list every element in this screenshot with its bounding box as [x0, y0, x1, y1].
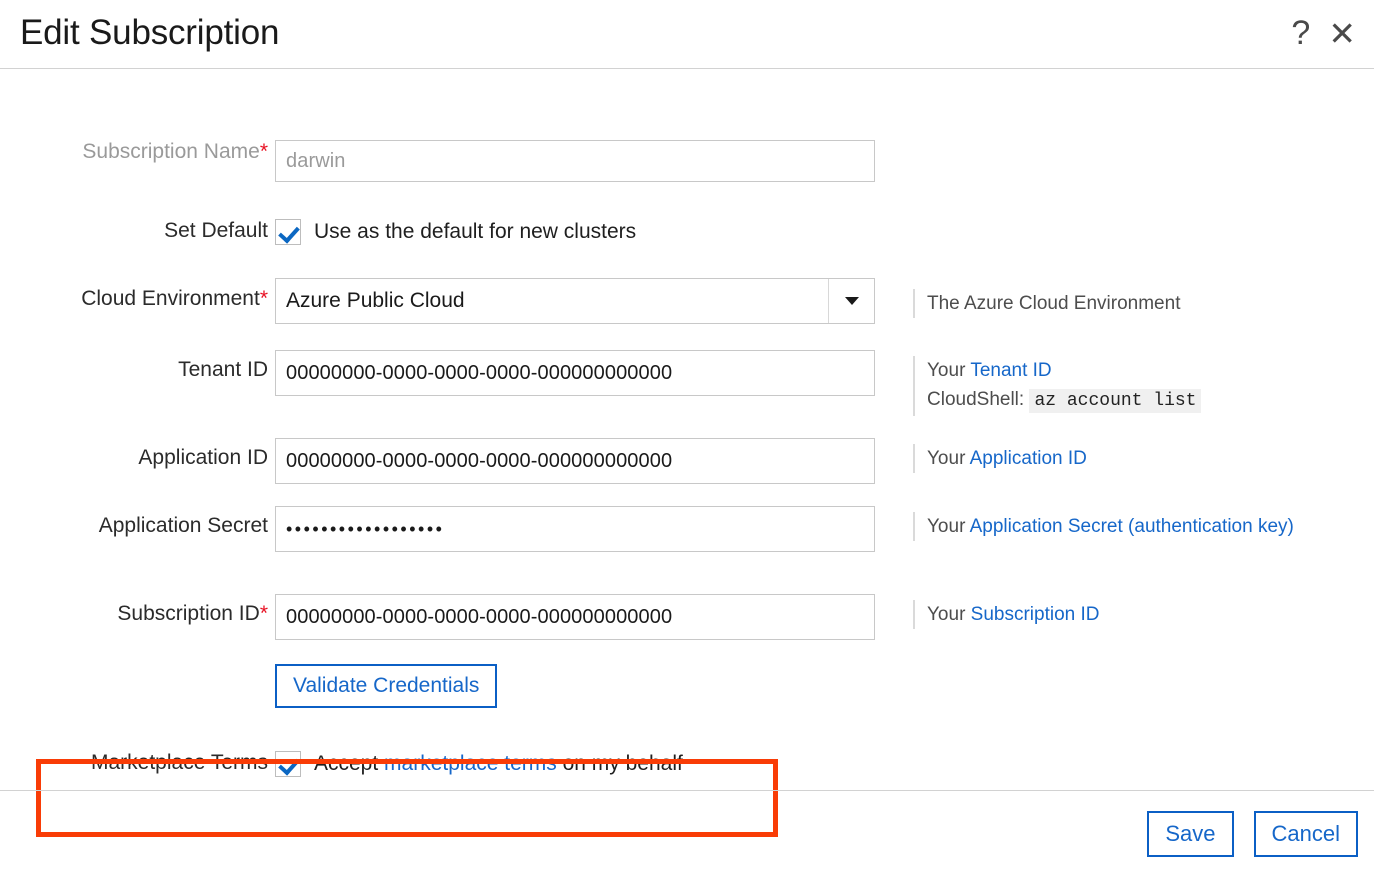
tenant-id-hint: Your Tenant ID CloudShell: az account li… — [913, 356, 1343, 416]
save-button[interactable]: Save — [1147, 810, 1234, 857]
close-icon[interactable]: ✕ — [1328, 17, 1356, 50]
cancel-button[interactable]: Cancel — [1253, 810, 1358, 857]
help-icon[interactable]: ? — [1291, 16, 1310, 50]
validate-credentials-button[interactable]: Validate Credentials — [275, 664, 498, 708]
cloud-environment-field-wrap: Azure Public Cloud — [275, 278, 875, 324]
application-secret-link[interactable]: Application Secret (authentication key) — [970, 516, 1294, 537]
marketplace-terms-link[interactable]: marketplace terms — [384, 752, 557, 775]
subscription-id-hint: Your Subscription ID — [913, 600, 1343, 629]
subscription-name-input[interactable]: darwin — [275, 140, 875, 182]
row-tenant-id: Tenant ID 00000000-0000-0000-0000-000000… — [0, 350, 1374, 416]
application-id-field-wrap: 00000000-0000-0000-0000-000000000000 — [275, 438, 875, 484]
dialog-footer: Save Cancel — [0, 790, 1374, 876]
marketplace-terms-check-row: Accept marketplace terms on my behalf — [275, 751, 683, 777]
set-default-label: Set Default — [164, 219, 268, 242]
application-secret-hint: Your Application Secret (authentication … — [913, 512, 1343, 541]
required-asterisk: * — [259, 287, 268, 310]
cloud-environment-hint: The Azure Cloud Environment — [913, 289, 1343, 318]
dialog-body: Subscription Name* darwin Set Default Us… — [0, 69, 1374, 837]
cloud-environment-select[interactable]: Azure Public Cloud — [275, 278, 875, 324]
row-validate-credentials: Validate Credentials — [0, 664, 1374, 708]
tenant-id-field-wrap: 00000000-0000-0000-0000-000000000000 — [275, 350, 875, 396]
tenant-id-cli-command: az account list — [1029, 389, 1202, 413]
application-secret-field-wrap: •••••••••••••••••• — [275, 506, 875, 552]
set-default-checkbox-label: Use as the default for new clusters — [314, 220, 637, 243]
tenant-id-link[interactable]: Tenant ID — [970, 360, 1051, 381]
tenant-id-cloudshell-prefix: CloudShell: — [927, 389, 1030, 410]
marketplace-text-before: Accept — [314, 752, 385, 775]
application-secret-hint-prefix: Your — [927, 516, 970, 537]
application-id-input[interactable]: 00000000-0000-0000-0000-000000000000 — [275, 438, 875, 484]
subscription-name-label: Subscription Name* — [82, 140, 268, 163]
page-title: Edit Subscription — [20, 12, 280, 52]
application-secret-label: Application Secret — [98, 514, 268, 537]
validate-button-wrap: Validate Credentials — [275, 664, 498, 708]
subscription-id-link[interactable]: Subscription ID — [971, 604, 1100, 625]
subscription-id-field-wrap: 00000000-0000-0000-0000-000000000000 — [275, 594, 875, 640]
edit-subscription-dialog: Edit Subscription ? ✕ Subscription Name*… — [0, 0, 1374, 876]
required-asterisk: * — [259, 140, 268, 163]
set-default-checkbox[interactable] — [275, 219, 301, 245]
row-subscription-name: Subscription Name* darwin — [0, 140, 1374, 182]
header-actions: ? ✕ — [1291, 16, 1356, 52]
set-default-check-row: Use as the default for new clusters — [275, 219, 636, 245]
cloud-environment-value: Azure Public Cloud — [286, 289, 465, 312]
marketplace-terms-label: Marketplace Terms — [90, 751, 268, 774]
row-marketplace-terms: Marketplace Terms Accept marketplace ter… — [0, 751, 1374, 777]
tenant-id-hint-prefix: Your — [927, 360, 971, 381]
subscription-id-input[interactable]: 00000000-0000-0000-0000-000000000000 — [275, 594, 875, 640]
subscription-id-hint-prefix: Your — [927, 604, 971, 625]
subscription-id-label: Subscription ID* — [117, 602, 268, 625]
application-id-hint: Your Application ID — [913, 444, 1343, 473]
row-set-default: Set Default Use as the default for new c… — [0, 219, 1374, 245]
tenant-id-label: Tenant ID — [178, 358, 268, 381]
required-asterisk: * — [259, 602, 268, 625]
chevron-down-icon[interactable] — [828, 279, 874, 323]
application-id-hint-prefix: Your — [927, 448, 970, 469]
tenant-id-input[interactable]: 00000000-0000-0000-0000-000000000000 — [275, 350, 875, 396]
cloud-environment-label: Cloud Environment* — [81, 287, 268, 310]
application-id-label: Application ID — [138, 446, 268, 469]
dialog-header: Edit Subscription ? ✕ — [0, 0, 1374, 69]
row-application-id: Application ID 00000000-0000-0000-0000-0… — [0, 438, 1374, 484]
marketplace-terms-checkbox-label: Accept marketplace terms on my behalf — [314, 752, 683, 776]
subscription-name-field-wrap: darwin — [275, 140, 875, 182]
application-id-link[interactable]: Application ID — [970, 448, 1087, 469]
marketplace-terms-checkbox[interactable] — [275, 751, 301, 777]
row-cloud-environment: Cloud Environment* Azure Public Cloud Th… — [0, 278, 1374, 324]
marketplace-text-after: on my behalf — [556, 752, 683, 775]
application-secret-input[interactable]: •••••••••••••••••• — [275, 506, 875, 552]
row-subscription-id: Subscription ID* 00000000-0000-0000-0000… — [0, 594, 1374, 640]
row-application-secret: Application Secret •••••••••••••••••• Yo… — [0, 506, 1374, 552]
